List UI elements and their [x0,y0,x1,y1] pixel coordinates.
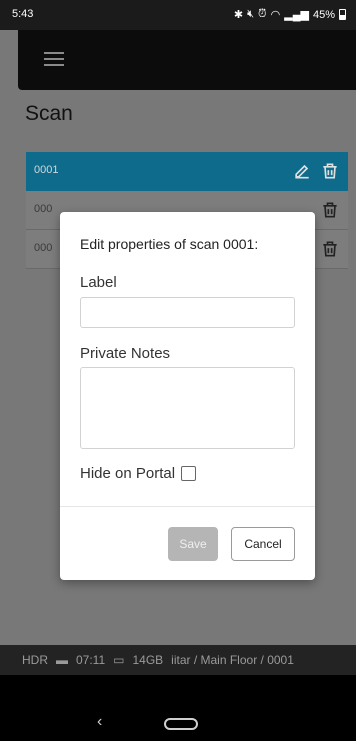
page-title: Scan [25,102,73,125]
delete-icon[interactable] [320,161,340,181]
dialog-divider [60,506,315,507]
mute-icon: 🔇︎ [247,8,255,20]
info-bar: HDR ▬ 07:11 ▭ 14GB iitar / Main Floor / … [0,645,356,675]
status-bar: 5:43 ✱ 🔇︎ ⏰︎ ◠ ▂▄▆ 45% [0,0,356,30]
dialog-title: Edit properties of scan 0001: [80,236,259,252]
edit-icon[interactable] [292,161,312,181]
cancel-button[interactable]: Cancel [231,527,295,561]
breadcrumb: iitar / Main Floor / 0001 [171,653,294,667]
storage-label: 14GB [132,653,164,667]
delete-icon[interactable] [320,239,340,259]
status-time: 5:43 [12,8,34,20]
signal-icon: ▂▄▆ [284,9,309,21]
bluetooth-icon: ✱ [233,9,244,21]
delete-icon[interactable] [320,200,340,220]
status-indicators: ✱ 🔇︎ ⏰︎ ◠ ▂▄▆ 45% [234,8,346,21]
app-toolbar [18,30,356,90]
home-icon[interactable] [164,718,198,730]
private-notes-textarea[interactable] [80,367,295,449]
notes-field-label: Private Notes [80,345,171,362]
hide-on-portal-label: Hide on Portal [80,465,176,482]
menu-icon[interactable] [44,52,64,66]
video-icon: ▬ [56,653,68,667]
wifi-icon: ◠ [270,9,281,21]
label-input[interactable] [80,297,295,328]
save-button[interactable]: Save [168,527,218,561]
battery-icon [339,9,346,20]
label-field-label: Label [80,274,117,291]
scan-label: 000 [34,242,53,254]
system-nav-bar: ‹ [0,705,356,741]
edit-scan-dialog: Edit properties of scan 0001: Label Priv… [60,212,315,580]
alarm-icon: ⏰︎ [258,8,267,20]
hide-on-portal-row[interactable]: Hide on Portal [80,465,197,482]
battery-percent: 45% [312,8,335,21]
hide-on-portal-checkbox[interactable] [181,466,197,481]
storage-icon: ▭ [113,653,125,667]
scan-row-selected[interactable]: 0001 [26,152,348,191]
scan-label: 0001 [34,164,59,176]
back-icon[interactable]: ‹ [97,713,102,731]
scan-label: 000 [34,203,53,215]
app-content: Scan 0001 000 000 Edit properties of sca… [0,30,356,675]
hdr-label: HDR [22,653,48,667]
duration-label: 07:11 [76,653,106,667]
